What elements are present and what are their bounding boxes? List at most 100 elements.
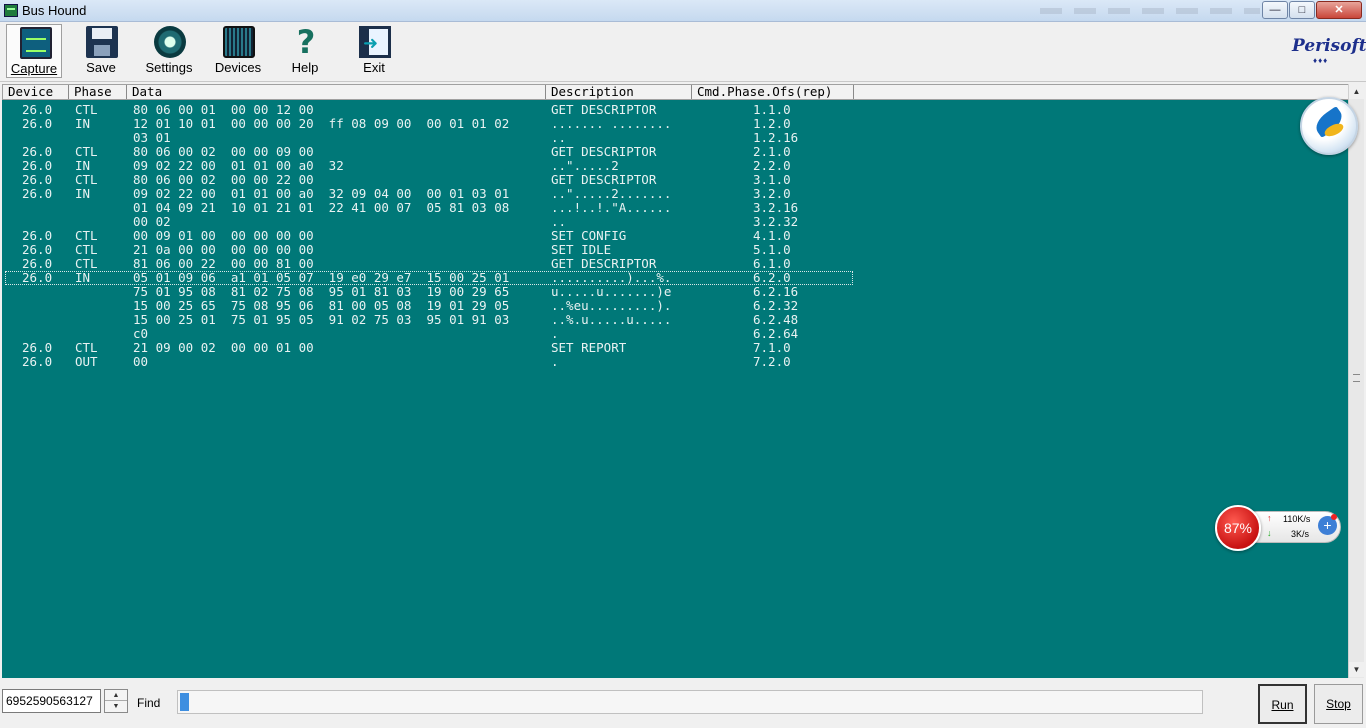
row-description: SET CONFIG	[551, 228, 627, 243]
row-cmd: 6.2.48	[753, 312, 799, 327]
help-label: Help	[291, 60, 319, 75]
find-input[interactable]	[177, 690, 1203, 714]
save-label: Save	[86, 60, 116, 75]
capture-row[interactable]: 26.0 CTL 81 06 00 22 00 00 81 00 GET DESCRI…	[2, 257, 1348, 271]
hummingbird-floating-icon[interactable]	[1300, 97, 1358, 155]
upload-arrow-icon: ↑	[1267, 513, 1272, 523]
spin-up-icon[interactable]: ▲	[105, 690, 127, 701]
capture-row[interactable]: 01 04 09 21 10 01 21 01 22 41 00 07 05 8…	[2, 201, 1348, 215]
row-description: ..%.u.....u.....	[551, 312, 672, 327]
maximize-button[interactable]: □	[1289, 1, 1315, 19]
row-description: GET DESCRIPTOR	[551, 144, 657, 159]
row-data: 80 06 00 01 00 00 12 00	[133, 102, 314, 117]
close-button[interactable]: ✕	[1316, 1, 1362, 19]
capture-label: Capture	[10, 61, 58, 76]
scroll-thumb-grip[interactable]	[1353, 374, 1360, 382]
column-data[interactable]: Data	[127, 85, 546, 99]
column-device[interactable]: Device	[3, 85, 69, 99]
row-device: 26.0	[22, 228, 53, 243]
capture-row[interactable]: 26.0 OUT 00. 7.2.0	[2, 355, 1348, 369]
row-data: 09 02 22 00 01 01 00 a0 32	[133, 158, 344, 173]
memory-usage-ball[interactable]: 87%	[1215, 505, 1261, 551]
row-phase: CTL	[75, 256, 98, 271]
capture-row[interactable]: 15 00 25 01 75 01 95 05 91 02 75 03 95 0…	[2, 313, 1348, 327]
capture-row[interactable]: 03 01.. 1.2.16	[2, 131, 1348, 145]
row-data: 21 0a 00 00 00 00 00 00	[133, 242, 314, 257]
find-label: Find	[137, 696, 161, 710]
row-device: 26.0	[22, 116, 53, 131]
run-button[interactable]: Run	[1258, 684, 1307, 724]
capture-row[interactable]: 75 01 95 08 81 02 75 08 95 01 81 03 19 0…	[2, 285, 1348, 299]
capture-row[interactable]: 26.0 CTL 21 0a 00 00 00 00 00 00 SET IDLE 5.…	[2, 243, 1348, 257]
capture-row[interactable]: 26.0 IN 12 01 10 01 00 00 00 20 ff 08 09 0…	[2, 117, 1348, 131]
stop-button[interactable]: Stop	[1314, 684, 1363, 724]
capture-row[interactable]: 26.0 CTL 00 09 01 00 00 00 00 00 SET CONFIG…	[2, 229, 1348, 243]
column-phase[interactable]: Phase	[69, 85, 127, 99]
minimize-button[interactable]: —	[1262, 1, 1288, 19]
row-cmd: 6.2.16	[753, 284, 799, 299]
row-data: 09 02 22 00 01 01 00 a0 32 09 04 00 00 0…	[133, 186, 510, 201]
row-device: 26.0	[22, 144, 53, 159]
toolbar: Capture Save Settings Devices ? Help Exi…	[0, 22, 1366, 82]
column-header: Device Phase Data Description Cmd.Phase.…	[2, 84, 1350, 100]
row-data: 12 01 10 01 00 00 00 20 ff 08 09 00 00 0…	[133, 116, 510, 131]
capture-row[interactable]: 26.0 IN 09 02 22 00 01 01 00 a0 32 ..".....…	[2, 159, 1348, 173]
row-description: SET REPORT	[551, 340, 627, 355]
spin-down-icon[interactable]: ▼	[105, 701, 127, 712]
row-cmd: 3.2.0	[753, 186, 791, 201]
counter-spinner[interactable]: ▲ ▼	[104, 689, 128, 713]
save-button[interactable]: Save	[73, 24, 129, 78]
row-device: 26.0	[22, 256, 53, 271]
row-description: ..%eu.........).	[551, 298, 672, 313]
capture-row[interactable]: 00 02.. 3.2.32	[2, 215, 1348, 229]
capture-row[interactable]: c0. 6.2.64	[2, 327, 1348, 341]
settings-button[interactable]: Settings	[141, 24, 197, 78]
row-description: GET DESCRIPTOR	[551, 256, 657, 271]
row-cmd: 5.1.0	[753, 242, 791, 257]
capture-row[interactable]: 26.0 CTL 21 09 00 02 00 00 01 00 SET REPORT…	[2, 341, 1348, 355]
row-description: .	[551, 354, 559, 369]
row-cmd: 6.2.32	[753, 298, 799, 313]
counter-field[interactable]: 6952590563127	[2, 689, 101, 713]
column-cmd-phase-ofs[interactable]: Cmd.Phase.Ofs(rep)	[692, 85, 854, 99]
capture-row[interactable]: 26.0 CTL 80 06 00 02 00 00 22 00 GET DESCRI…	[2, 173, 1348, 187]
perisoft-logo: Perisoft	[1292, 36, 1366, 56]
row-cmd: 6.2.64	[753, 326, 799, 341]
capture-row[interactable]: 26.0 CTL 80 06 00 02 00 00 09 00 GET DESCRI…	[2, 145, 1348, 159]
row-data: 00 02	[133, 214, 171, 229]
exit-button[interactable]: Exit	[346, 24, 402, 78]
exit-door-icon	[359, 26, 391, 58]
row-data: 01 04 09 21 10 01 21 01 22 41 00 07 05 8…	[133, 200, 510, 215]
capture-row[interactable]: 26.0 IN 09 02 22 00 01 01 00 a0 32 09 04 0…	[2, 187, 1348, 201]
capture-row[interactable]: 26.0 IN 05 01 09 06 a1 01 05 07 19 e0 29 e…	[5, 271, 853, 285]
scroll-up-icon[interactable]: ▲	[1349, 84, 1364, 99]
capture-row[interactable]: 26.0 CTL 80 06 00 01 00 00 12 00 GET DESCRI…	[2, 103, 1348, 117]
download-arrow-icon: ↓	[1267, 528, 1272, 538]
row-cmd: 6.1.0	[753, 256, 791, 271]
column-description[interactable]: Description	[546, 85, 692, 99]
row-cmd: 3.2.16	[753, 200, 799, 215]
bottom-bar: 6952590563127 ▲ ▼ Find Run Stop	[0, 680, 1366, 728]
row-phase: CTL	[75, 102, 98, 117]
vertical-scrollbar[interactable]: ▲ ▼	[1348, 84, 1364, 678]
row-phase: OUT	[75, 354, 98, 369]
capture-button[interactable]: Capture	[6, 24, 62, 78]
run-label: Run	[1271, 698, 1294, 712]
row-cmd: 3.1.0	[753, 172, 791, 187]
help-button[interactable]: ? Help	[277, 24, 333, 78]
network-monitor-widget[interactable]: ↑ 110K/s ↓ 3K/s + 87%	[1215, 505, 1343, 551]
row-description: u.....u.......)e	[551, 284, 672, 299]
row-description: .	[551, 326, 559, 341]
title-bar: Bus Hound — □ ✕	[0, 0, 1366, 22]
floppy-disk-icon	[86, 26, 118, 58]
upload-speed: 110K/s	[1283, 514, 1311, 524]
row-cmd: 7.2.0	[753, 354, 791, 369]
scroll-down-icon[interactable]: ▼	[1349, 662, 1364, 677]
settings-label: Settings	[145, 60, 193, 75]
row-device: 26.0	[22, 270, 53, 285]
devices-button[interactable]: Devices	[210, 24, 266, 78]
row-cmd: 7.1.0	[753, 340, 791, 355]
capture-row[interactable]: 15 00 25 65 75 08 95 06 81 00 05 08 19 0…	[2, 299, 1348, 313]
row-device: 26.0	[22, 242, 53, 257]
capture-list[interactable]: 26.0 CTL 80 06 00 01 00 00 12 00 GET DESCRI…	[2, 100, 1348, 678]
